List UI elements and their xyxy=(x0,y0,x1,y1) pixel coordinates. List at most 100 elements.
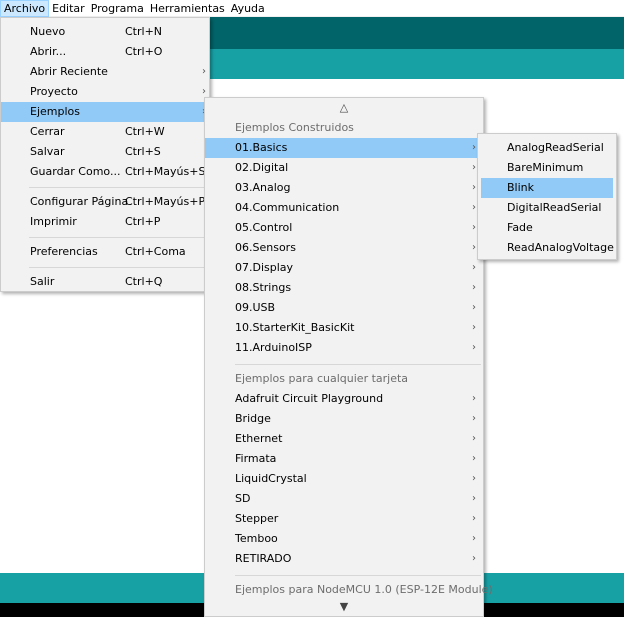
menu-item-abrir[interactable]: Abrir... Ctrl+O xyxy=(1,42,209,62)
menu-item-label: Ethernet xyxy=(235,432,283,445)
chevron-right-icon: › xyxy=(472,222,476,233)
chevron-right-icon: › xyxy=(472,453,476,464)
menu-item-analogreadserial[interactable]: AnalogReadSerial xyxy=(478,138,616,158)
chevron-right-icon: › xyxy=(472,262,476,273)
menu-header-ejemplos-para-nodemcu-1-0-esp-12e-module: Ejemplos para NodeMCU 1.0 (ESP-12E Modul… xyxy=(205,580,493,600)
menu-item-salir[interactable]: Salir Ctrl+Q xyxy=(1,272,209,292)
menu-item-blink[interactable]: Blink xyxy=(481,178,613,198)
menu-item-ejemplos[interactable]: Ejemplos› xyxy=(1,102,209,122)
menu-item-label: 09.USB xyxy=(235,301,276,314)
menu-item-label: Blink xyxy=(507,181,535,194)
file-menu: Nuevo Ctrl+N Abrir... Ctrl+O Abrir Reciente ›… xyxy=(0,17,210,292)
menu-item-ethernet[interactable]: Ethernet › xyxy=(205,429,483,449)
chevron-right-icon: › xyxy=(472,473,476,484)
basics-submenu: AnalogReadSerial BareMinimum Blink DigitalR… xyxy=(477,133,617,260)
menu-item-label: Fade xyxy=(507,221,533,234)
menu-editar[interactable]: Editar xyxy=(49,0,88,17)
menu-header-ejemplos-para-cualquier-tarjeta: Ejemplos para cualquier tarjeta xyxy=(205,369,483,389)
menu-item-nuevo[interactable]: Nuevo Ctrl+N xyxy=(1,22,209,42)
menu-item-temboo[interactable]: Temboo › xyxy=(205,529,483,549)
menu-item-03-analog[interactable]: 03.Analog › xyxy=(205,178,483,198)
menu-separator xyxy=(1,262,209,272)
menu-item-02-digital[interactable]: 02.Digital › xyxy=(205,158,483,178)
menu-herramientas[interactable]: Herramientas xyxy=(147,0,228,17)
menu-item-10-starterkit-basickit[interactable]: 10.StarterKit_BasicKit › xyxy=(205,318,483,338)
menu-item-proyecto[interactable]: Proyecto › xyxy=(1,82,209,102)
menu-item-label: AnalogReadSerial xyxy=(507,141,604,154)
shortcut-label: Ctrl+Coma xyxy=(125,245,186,258)
scroll-up-arrow-icon[interactable]: △ xyxy=(205,98,483,118)
menu-item-readanalogvoltage[interactable]: ReadAnalogVoltage xyxy=(478,238,616,258)
menu-item-05-control[interactable]: 05.Control › xyxy=(205,218,483,238)
menu-item-08-strings[interactable]: 08.Strings › xyxy=(205,278,483,298)
menu-bar: Archivo Editar Programa Herramientas Ayu… xyxy=(0,0,624,17)
menu-item-liquidcrystal[interactable]: LiquidCrystal › xyxy=(205,469,483,489)
menu-item-label: 04.Communication xyxy=(235,201,340,214)
menu-item-label: Stepper xyxy=(235,512,279,525)
menu-item-label: LiquidCrystal xyxy=(235,472,307,485)
menu-item-digitalreadserial[interactable]: DigitalReadSerial xyxy=(478,198,616,218)
menu-item-04-communication[interactable]: 04.Communication › xyxy=(205,198,483,218)
menu-item-label: 10.StarterKit_BasicKit xyxy=(235,321,355,334)
menu-item-06-sensors[interactable]: 06.Sensors › xyxy=(205,238,483,258)
menu-item-preferencias[interactable]: Preferencias Ctrl+Coma xyxy=(1,242,209,262)
menu-item-label: Ejemplos xyxy=(30,105,80,118)
menu-item-imprimir[interactable]: Imprimir Ctrl+P xyxy=(1,212,209,232)
menu-item-label: Salir xyxy=(30,275,55,288)
menu-item-label: Imprimir xyxy=(30,215,77,228)
menu-item-guardar-como[interactable]: Guardar Como... Ctrl+Mayús+S xyxy=(1,162,209,182)
shortcut-label: Ctrl+Mayús+P xyxy=(125,195,206,208)
menu-item-label: Guardar Como... xyxy=(30,165,121,178)
menu-item-label: Abrir Reciente xyxy=(30,65,108,78)
menu-item-abrir-reciente[interactable]: Abrir Reciente › xyxy=(1,62,209,82)
menu-separator xyxy=(205,358,483,369)
chevron-right-icon: › xyxy=(472,322,476,333)
chevron-right-icon: › xyxy=(472,513,476,524)
menu-item-firmata[interactable]: Firmata › xyxy=(205,449,483,469)
menu-item-stepper[interactable]: Stepper › xyxy=(205,509,483,529)
menu-item-label: 11.ArduinoISP xyxy=(235,341,312,354)
scroll-down-arrow-icon[interactable]: ▼ xyxy=(205,600,483,614)
shortcut-label: Ctrl+W xyxy=(125,125,165,138)
chevron-right-icon: › xyxy=(472,342,476,353)
menu-item-retirado[interactable]: RETIRADO › xyxy=(205,549,483,569)
menu-item-cerrar[interactable]: Cerrar Ctrl+W xyxy=(1,122,209,142)
menu-item-label: Cerrar xyxy=(30,125,65,138)
menu-ayuda[interactable]: Ayuda xyxy=(228,0,268,17)
chevron-right-icon: › xyxy=(202,66,206,77)
menu-item-label: Salvar xyxy=(30,145,65,158)
menu-item-sd[interactable]: SD › xyxy=(205,489,483,509)
menu-programa[interactable]: Programa xyxy=(88,0,147,17)
menu-item-09-usb[interactable]: 09.USB › xyxy=(205,298,483,318)
menu-item-label: ReadAnalogVoltage xyxy=(507,241,614,254)
menu-item-label: Temboo xyxy=(235,532,278,545)
menu-item-label: Ejemplos para cualquier tarjeta xyxy=(235,372,409,385)
menu-item-label: 01.Basics xyxy=(235,141,288,154)
menu-item-bridge[interactable]: Bridge › xyxy=(205,409,483,429)
chevron-right-icon: › xyxy=(472,162,476,173)
menu-item-label: 05.Control xyxy=(235,221,293,234)
menu-header-ejemplos-construidos: Ejemplos Construidos xyxy=(205,118,483,138)
menu-item-label: 02.Digital xyxy=(235,161,289,174)
menu-item-fade[interactable]: Fade xyxy=(478,218,616,238)
menu-item-salvar[interactable]: Salvar Ctrl+S xyxy=(1,142,209,162)
menu-item-11-arduinoisp[interactable]: 11.ArduinoISP › xyxy=(205,338,483,358)
menu-item-label: RETIRADO xyxy=(235,552,292,565)
chevron-right-icon: › xyxy=(472,533,476,544)
menu-item-label: 07.Display xyxy=(235,261,294,274)
chevron-right-icon: › xyxy=(472,242,476,253)
menu-item-configurar-p-gina[interactable]: Configurar Página Ctrl+Mayús+P xyxy=(1,192,209,212)
shortcut-label: Ctrl+O xyxy=(125,45,163,58)
shortcut-label: Ctrl+S xyxy=(125,145,161,158)
menu-archivo[interactable]: Archivo xyxy=(0,0,50,17)
menu-item-label: DigitalReadSerial xyxy=(507,201,602,214)
menu-item-label: Ejemplos para NodeMCU 1.0 (ESP-12E Modul… xyxy=(235,583,493,596)
menu-item-label: Adafruit Circuit Playground xyxy=(235,392,384,405)
menu-item-01-basics[interactable]: 01.Basics › xyxy=(205,138,483,158)
shortcut-label: Ctrl+N xyxy=(125,25,163,38)
menu-item-07-display[interactable]: 07.Display › xyxy=(205,258,483,278)
menu-item-bareminimum[interactable]: BareMinimum xyxy=(478,158,616,178)
menu-item-label: SD xyxy=(235,492,251,505)
menu-item-label: Nuevo xyxy=(30,25,66,38)
menu-item-adafruit-circuit-playground[interactable]: Adafruit Circuit Playground › xyxy=(205,389,483,409)
